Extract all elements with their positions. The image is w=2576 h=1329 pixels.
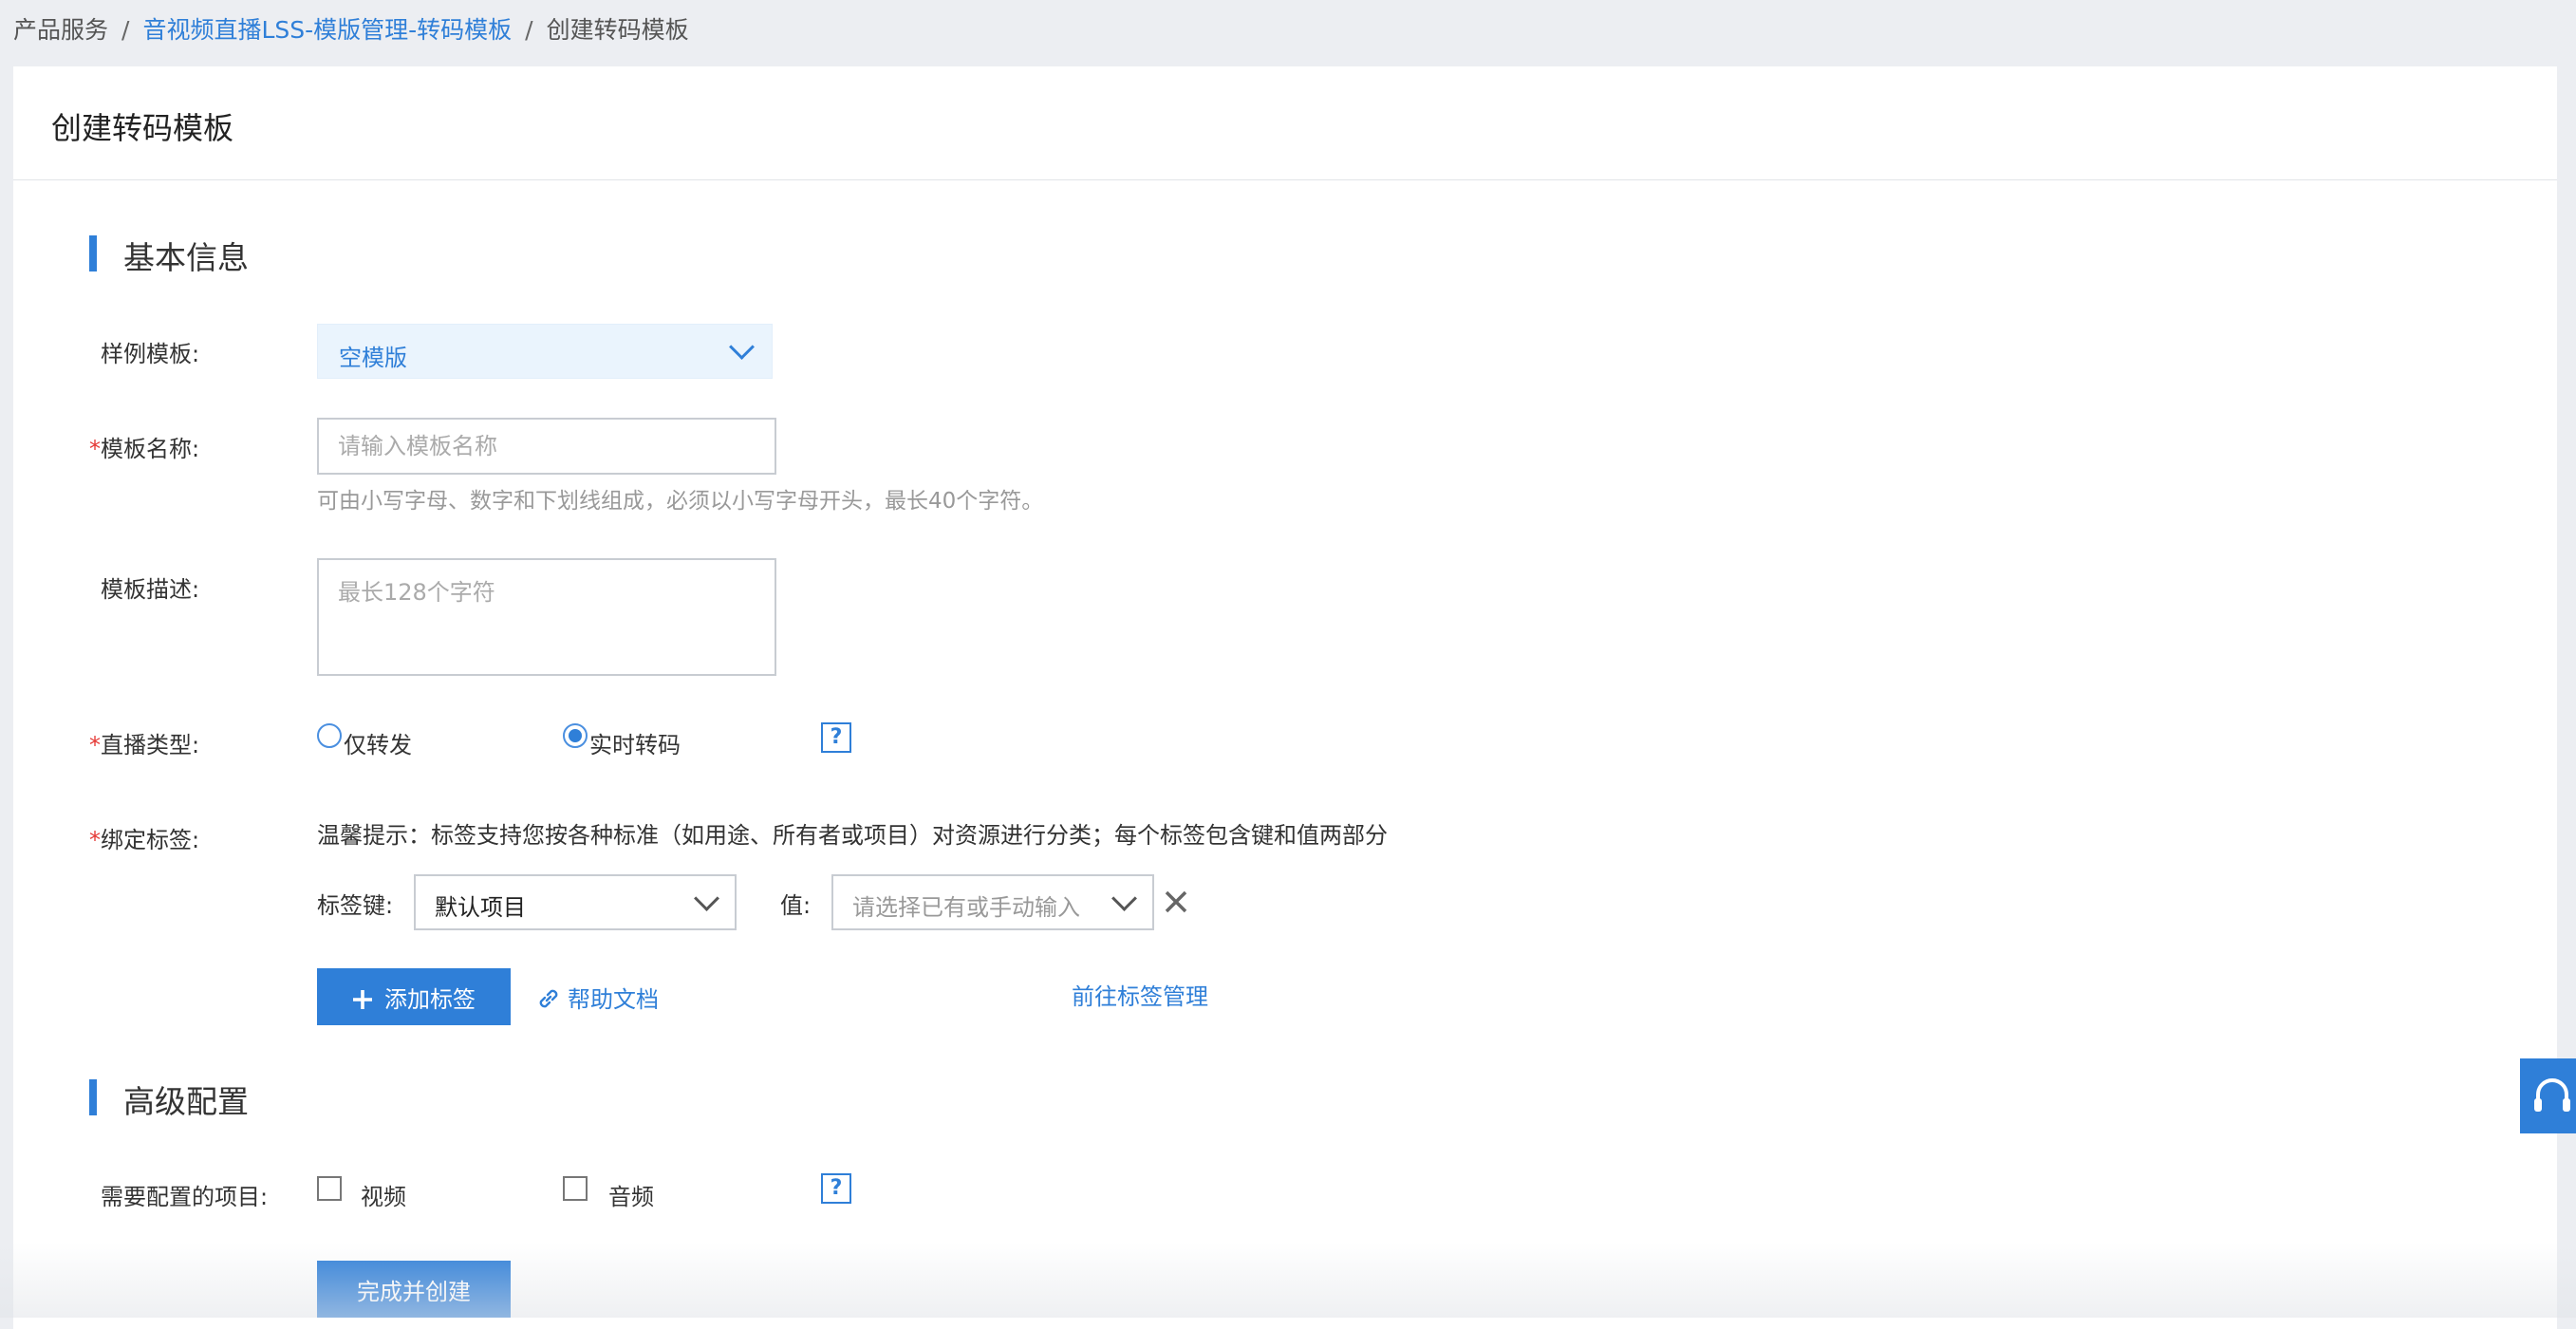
- section-bar: [89, 1079, 97, 1115]
- help-icon[interactable]: ?: [821, 1173, 851, 1204]
- breadcrumb-separator: /: [525, 16, 533, 44]
- chevron-down-icon: [729, 334, 755, 360]
- breadcrumb-separator: /: [121, 16, 130, 44]
- link-icon: [539, 989, 558, 1008]
- breadcrumb-parent-link[interactable]: 音视频直播LSS-模版管理-转码模板: [142, 16, 512, 44]
- add-tag-button[interactable]: 添加标签: [317, 968, 511, 1025]
- close-icon[interactable]: [1164, 889, 1188, 914]
- sample-template-label: 样例模板:: [101, 341, 200, 367]
- chevron-down-icon: [694, 886, 719, 911]
- audio-checkbox[interactable]: [563, 1176, 588, 1201]
- sample-template-select[interactable]: 空模版: [317, 324, 773, 379]
- template-name-label: *模板名称:: [89, 436, 200, 462]
- tag-management-link[interactable]: 前往标签管理: [1072, 978, 1208, 1011]
- section-title-advanced: 高级配置: [123, 1083, 249, 1120]
- live-type-radio-forward[interactable]: [317, 723, 342, 748]
- help-doc-link[interactable]: 帮助文档: [535, 981, 659, 1014]
- video-checkbox-label[interactable]: 视频: [361, 1178, 406, 1211]
- tag-key-label: 标签键:: [317, 892, 394, 919]
- tag-value-placeholder: 请选择已有或手动输入: [852, 894, 1080, 921]
- section-bar: [89, 235, 97, 271]
- add-tag-label: 添加标签: [384, 986, 476, 1013]
- live-type-label: *直播类型:: [89, 732, 200, 758]
- help-icon[interactable]: ?: [821, 722, 851, 753]
- audio-checkbox-label[interactable]: 音频: [608, 1178, 654, 1211]
- tags-tip: 温馨提示：标签支持您按各种标准（如用途、所有者或项目）对资源进行分类；每个标签包…: [317, 822, 1388, 849]
- tag-key-value: 默认项目: [435, 894, 526, 921]
- tags-label: *绑定标签:: [89, 827, 200, 853]
- main-card: 创建转码模板 基本信息 样例模板: 空模版 *模板名称: 可由小写字母、数字和下…: [13, 66, 2557, 1329]
- section-title-basic: 基本信息: [123, 239, 249, 276]
- breadcrumb-current: 创建转码模板: [546, 16, 689, 44]
- video-checkbox[interactable]: [317, 1176, 342, 1201]
- breadcrumb: 产品服务 / 音视频直播LSS-模版管理-转码模板 / 创建转码模板: [13, 11, 689, 46]
- live-type-option-transcode[interactable]: 实时转码: [589, 726, 681, 759]
- help-doc-label: 帮助文档: [568, 986, 659, 1013]
- config-items-label: 需要配置的项目:: [101, 1184, 269, 1210]
- tag-value-select[interactable]: 请选择已有或手动输入: [831, 874, 1154, 930]
- card-header: 创建转码模板: [13, 66, 2557, 180]
- tag-key-select[interactable]: 默认项目: [414, 874, 737, 930]
- template-name-hint: 可由小写字母、数字和下划线组成，必须以小写字母开头，最长40个字符。: [317, 489, 1044, 514]
- live-type-radio-transcode[interactable]: [563, 723, 588, 748]
- plus-icon: [353, 989, 372, 1009]
- page-title: 创建转码模板: [51, 110, 234, 146]
- sample-template-value: 空模版: [339, 345, 407, 371]
- customer-service-button[interactable]: [2520, 1058, 2576, 1133]
- submit-create-button[interactable]: 完成并创建: [317, 1261, 511, 1318]
- template-desc-textarea[interactable]: [317, 558, 776, 676]
- live-type-option-forward[interactable]: 仅转发: [344, 726, 412, 759]
- template-name-input[interactable]: [317, 418, 776, 475]
- tag-value-label: 值:: [780, 892, 812, 919]
- chevron-down-icon: [1111, 886, 1137, 911]
- headset-icon: [2534, 1078, 2570, 1112]
- breadcrumb-root: 产品服务: [13, 16, 109, 44]
- template-desc-label: 模板描述:: [101, 576, 200, 603]
